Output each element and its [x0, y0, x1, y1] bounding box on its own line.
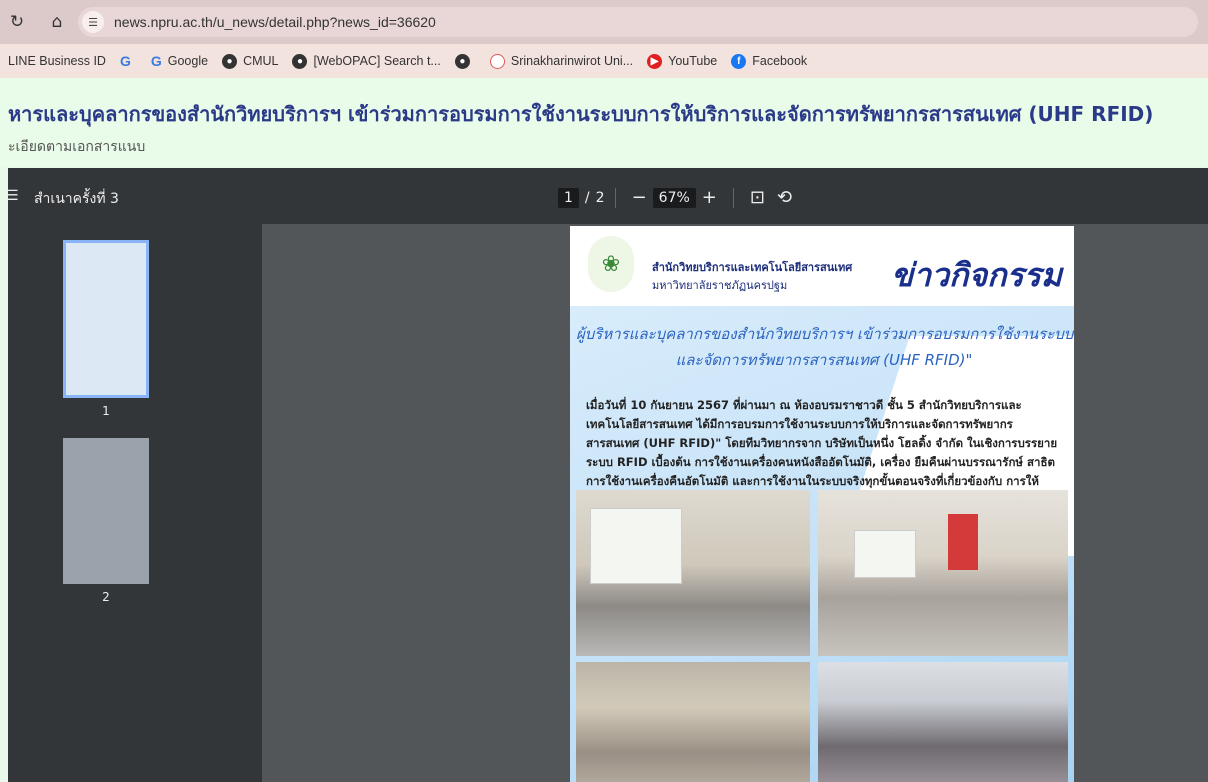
- news-header: หารและบุคลากรของสำนักวิทยบริการฯ เข้าร่ว…: [0, 78, 1208, 166]
- library-logo-icon: ❀: [588, 236, 634, 292]
- thumbnail-sidebar: 1 2: [8, 224, 262, 782]
- bookmark-facebook[interactable]: f Facebook: [731, 53, 807, 69]
- projector-screen: [590, 508, 682, 584]
- url-text[interactable]: news.npru.ac.th/u_news/detail.php?news_i…: [114, 14, 436, 30]
- photo-demonstration: [818, 662, 1068, 782]
- thumbnail-label-1: 1: [102, 404, 110, 418]
- headline-line1: ผู้บริหารและบุคลากรของสำนักวิทยบริการฯ เ…: [576, 325, 1074, 343]
- bookmark-globe[interactable]: ●: [454, 53, 476, 69]
- home-icon[interactable]: ⌂: [44, 12, 70, 32]
- org-name-line1: สำนักวิทยบริการและเทคโนโลยีสารสนเทศ: [652, 261, 853, 274]
- bookmark-swu[interactable]: ○ Srinakharinwirot Uni...: [489, 53, 633, 69]
- globe-icon: ●: [292, 53, 308, 69]
- photo-training-room-1: [576, 490, 810, 656]
- projector-screen: [854, 530, 916, 578]
- pdf-viewer: ☰ สำเนาครั้งที่ 3 1 / 2 − 67% + ⊡ ⟲ 1 2 …: [6, 168, 1208, 782]
- url-field[interactable]: ☰ news.npru.ac.th/u_news/detail.php?news…: [78, 7, 1198, 37]
- menu-icon[interactable]: ☰: [6, 188, 19, 204]
- globe-icon: ●: [222, 53, 238, 69]
- news-subtitle: ะเอียดตามเอกสารแนบ: [8, 139, 146, 155]
- org-name-line2: มหาวิทยาลัยราชภัฏนครปฐม: [652, 279, 788, 292]
- page-controls: 1 / 2 − 67% + ⊡ ⟲: [558, 187, 798, 208]
- toolbar-divider: [614, 187, 616, 208]
- zoom-out-icon[interactable]: −: [632, 187, 647, 208]
- brand-heading: ข่าวกิจกรรม: [891, 256, 1062, 294]
- pdf-page-1: ❀ สำนักวิทยบริการและเทคโนโลยีสารสนเทศ มห…: [570, 226, 1074, 782]
- zoom-in-icon[interactable]: +: [702, 187, 717, 208]
- thumbnail-label-2: 2: [102, 590, 110, 604]
- bookmark-webopac[interactable]: ● [WebOPAC] Search t...: [292, 53, 441, 69]
- bookmark-google-1[interactable]: G: [120, 53, 137, 69]
- google-icon: G: [150, 53, 162, 69]
- bookmark-youtube[interactable]: ▶ YouTube: [647, 53, 717, 69]
- fit-page-icon[interactable]: ⊡: [750, 187, 765, 208]
- pdf-canvas[interactable]: ❀ สำนักวิทยบริการและเทคโนโลยีสารสนเทศ มห…: [262, 224, 1208, 782]
- reload-icon[interactable]: ↻: [4, 12, 30, 32]
- total-pages: 2: [595, 189, 605, 206]
- page-thumbnail-2[interactable]: [63, 438, 149, 584]
- zoom-level-input[interactable]: 67%: [652, 187, 696, 208]
- page-separator: /: [584, 189, 590, 206]
- page-thumbnail-1[interactable]: [63, 240, 149, 398]
- photo-participants: [576, 662, 810, 782]
- page-number-input[interactable]: 1: [558, 187, 579, 208]
- site-settings-icon[interactable]: ☰: [82, 11, 104, 33]
- toolbar-divider: [732, 187, 734, 208]
- facebook-icon: f: [731, 53, 747, 69]
- swu-icon: ○: [489, 53, 505, 69]
- bookmark-cmul[interactable]: ● CMUL: [222, 53, 278, 69]
- youtube-icon: ▶: [647, 53, 663, 69]
- rotate-icon[interactable]: ⟲: [777, 187, 792, 208]
- document-title: สำเนาครั้งที่ 3: [34, 191, 119, 207]
- banner: [948, 514, 978, 570]
- bookmark-line-business[interactable]: LINE Business ID: [8, 54, 106, 68]
- pdf-toolbar: ☰ สำเนาครั้งที่ 3 1 / 2 − 67% + ⊡ ⟲: [6, 168, 1208, 224]
- google-icon: G: [119, 53, 131, 69]
- bookmark-google-2[interactable]: G Google: [151, 53, 208, 69]
- photo-training-room-2: [818, 490, 1068, 656]
- globe-icon: ●: [454, 53, 470, 69]
- bookmarks-bar: LINE Business ID G G Google ● CMUL ● [WebOP…: [0, 44, 1208, 78]
- headline-line2: และจัดการทรัพยากรสารสนเทศ (UHF RFID)": [675, 351, 973, 369]
- address-bar: ↻ ⌂ ☰ news.npru.ac.th/u_news/detail.php?…: [0, 0, 1208, 44]
- news-title: หารและบุคลากรของสำนักวิทยบริการฯ เข้าร่ว…: [8, 102, 1154, 126]
